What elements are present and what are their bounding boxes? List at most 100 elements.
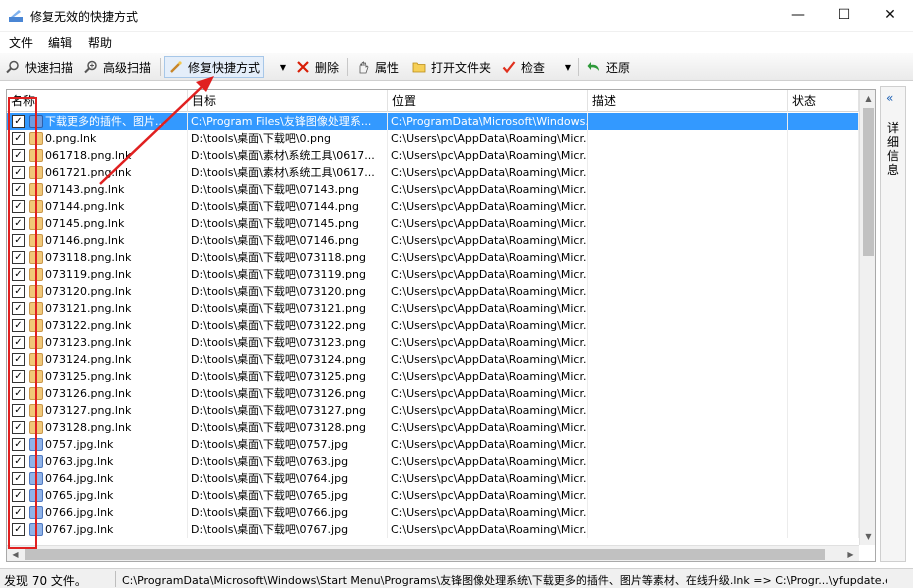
scroll-down-icon[interactable]: ▼ — [860, 528, 875, 545]
folder-icon — [411, 59, 427, 75]
cell-target: D:\tools\桌面\下载吧\073121.png — [188, 300, 388, 317]
horizontal-scroll-thumb[interactable] — [25, 549, 825, 560]
properties-button[interactable]: 属性 — [352, 56, 402, 78]
delete-button[interactable]: 删除 — [292, 56, 342, 78]
column-header-status[interactable]: 状态 — [788, 90, 859, 112]
maximize-button[interactable]: ☐ — [821, 0, 867, 30]
app-icon — [9, 10, 23, 22]
table-row[interactable]: ✓ 073124.png.lnk D:\tools\桌面\下载吧\073124.pn… — [7, 351, 859, 368]
cell-target: D:\tools\桌面\下载吧\0.png — [188, 130, 388, 147]
cell-name: 0764.jpg.lnk — [7, 470, 188, 487]
table-row[interactable]: ✓ 061718.png.lnk D:\tools\桌面\素材\系统工具\0617.… — [7, 147, 859, 164]
table-row[interactable]: ✓ 073121.png.lnk D:\tools\桌面\下载吧\073121.pn… — [7, 300, 859, 317]
table-row[interactable]: ✓ 061721.png.lnk D:\tools\桌面\素材\系统工具\0617.… — [7, 164, 859, 181]
cell-location: C:\Users\pc\AppData\Roaming\Micr... — [388, 249, 588, 266]
cell-name: 061721.png.lnk — [7, 164, 188, 181]
table-row[interactable]: ✓ 下载更多的插件、图片... C:\Program Files\友锋图像处理系..… — [7, 113, 859, 130]
cell-target: D:\tools\桌面\下载吧\07146.png — [188, 232, 388, 249]
table-row[interactable]: ✓ 07144.png.lnk D:\tools\桌面\下载吧\07144.png C… — [7, 198, 859, 215]
cell-location: C:\Users\pc\AppData\Roaming\Micr... — [388, 419, 588, 436]
cell-status — [788, 436, 859, 453]
minimize-button[interactable]: — — [775, 0, 821, 30]
table-row[interactable]: ✓ 0764.jpg.lnk D:\tools\桌面\下载吧\0764.jpg C:\… — [7, 470, 859, 487]
shortcut-list: 名称 目标 位置 描述 状态 ✓ 下载更多的插件、图片... C:\Program … — [6, 89, 876, 562]
scroll-right-icon[interactable]: ▶ — [842, 546, 859, 561]
cell-description — [588, 402, 788, 419]
cell-target: D:\tools\桌面\下载吧\073125.png — [188, 368, 388, 385]
cell-status — [788, 487, 859, 504]
table-row[interactable]: ✓ 073120.png.lnk D:\tools\桌面\下载吧\073120.pn… — [7, 283, 859, 300]
table-row[interactable]: ✓ 073118.png.lnk D:\tools\桌面\下载吧\073118.pn… — [7, 249, 859, 266]
cell-target: D:\tools\桌面\下载吧\073120.png — [188, 283, 388, 300]
cell-status — [788, 249, 859, 266]
restore-label: 还原 — [606, 60, 631, 75]
cell-status — [788, 300, 859, 317]
scroll-up-icon[interactable]: ▲ — [860, 90, 875, 107]
fix-shortcut-dropdown-icon[interactable]: ▼ — [276, 56, 290, 78]
table-row[interactable]: ✓ 0766.jpg.lnk D:\tools\桌面\下载吧\0766.jpg C:\… — [7, 504, 859, 521]
table-row[interactable]: ✓ 073127.png.lnk D:\tools\桌面\下载吧\073127.pn… — [7, 402, 859, 419]
cell-target: D:\tools\桌面\下载吧\073126.png — [188, 385, 388, 402]
table-row[interactable]: ✓ 07145.png.lnk D:\tools\桌面\下载吧\07145.png C… — [7, 215, 859, 232]
restore-button[interactable]: 还原 — [583, 56, 633, 78]
cell-status — [788, 215, 859, 232]
table-row[interactable]: ✓ 073126.png.lnk D:\tools\桌面\下载吧\073126.pn… — [7, 385, 859, 402]
table-row[interactable]: ✓ 073123.png.lnk D:\tools\桌面\下载吧\073123.pn… — [7, 334, 859, 351]
delete-label: 删除 — [315, 60, 340, 75]
table-row[interactable]: ✓ 073128.png.lnk D:\tools\桌面\下载吧\073128.pn… — [7, 419, 859, 436]
table-row[interactable]: ✓ 073122.png.lnk D:\tools\桌面\下载吧\073122.pn… — [7, 317, 859, 334]
table-row[interactable]: ✓ 0767.jpg.lnk D:\tools\桌面\下载吧\0767.jpg C:\… — [7, 521, 859, 538]
cell-location: C:\Users\pc\AppData\Roaming\Micr... — [388, 436, 588, 453]
column-header-description[interactable]: 描述 — [588, 90, 788, 112]
table-row[interactable]: ✓ 073125.png.lnk D:\tools\桌面\下载吧\073125.pn… — [7, 368, 859, 385]
menu-edit[interactable]: 编辑 — [48, 34, 72, 51]
collapse-chevron-icon[interactable]: « — [886, 91, 893, 105]
cell-name: 0757.jpg.lnk — [7, 436, 188, 453]
advanced-scan-button[interactable]: 高级扫描 — [80, 56, 154, 78]
column-header-target[interactable]: 目标 — [188, 90, 388, 112]
table-row[interactable]: ✓ 0765.jpg.lnk D:\tools\桌面\下载吧\0765.jpg C:\… — [7, 487, 859, 504]
window-title: 修复无效的快捷方式 — [30, 10, 139, 24]
scroll-left-icon[interactable]: ◀ — [7, 546, 24, 561]
cell-name: 07145.png.lnk — [7, 215, 188, 232]
details-panel[interactable]: « 详细信息 — [880, 86, 906, 562]
hand-icon — [355, 59, 371, 75]
cell-name: 0.png.lnk — [7, 130, 188, 147]
cell-location: C:\Users\pc\AppData\Roaming\Micr... — [388, 504, 588, 521]
cell-name: 073120.png.lnk — [7, 283, 188, 300]
magnifier-icon — [5, 59, 21, 75]
status-file-count: 发现 70 文件。 — [4, 574, 87, 588]
cell-description — [588, 147, 788, 164]
cell-status — [788, 385, 859, 402]
wand-icon — [168, 59, 184, 75]
table-row[interactable]: ✓ 0.png.lnk D:\tools\桌面\下载吧\0.png C:\Users\… — [7, 130, 859, 147]
table-row[interactable]: ✓ 07146.png.lnk D:\tools\桌面\下载吧\07146.png C… — [7, 232, 859, 249]
quick-scan-label: 快速扫描 — [25, 60, 74, 75]
cell-name: 073126.png.lnk — [7, 385, 188, 402]
check-button[interactable]: 检查 — [498, 56, 548, 78]
open-folder-label: 打开文件夹 — [431, 60, 492, 75]
close-button[interactable]: ✕ — [867, 0, 913, 30]
list-body: ✓ 下载更多的插件、图片... C:\Program Files\友锋图像处理系..… — [7, 113, 859, 545]
vertical-scrollbar[interactable]: ▲ ▼ — [859, 90, 875, 545]
quick-scan-button[interactable]: 快速扫描 — [2, 56, 76, 78]
fix-shortcut-button[interactable]: 修复快捷方式 — [164, 56, 265, 78]
menu-help[interactable]: 帮助 — [88, 34, 112, 51]
cell-description — [588, 385, 788, 402]
toolbar-separator — [347, 58, 348, 76]
column-header-location[interactable]: 位置 — [388, 90, 588, 112]
table-row[interactable]: ✓ 073119.png.lnk D:\tools\桌面\下载吧\073119.pn… — [7, 266, 859, 283]
check-label: 检查 — [521, 60, 546, 75]
cell-description — [588, 249, 788, 266]
table-row[interactable]: ✓ 0763.jpg.lnk D:\tools\桌面\下载吧\0763.jpg C:\… — [7, 453, 859, 470]
table-row[interactable]: ✓ 07143.png.lnk D:\tools\桌面\下载吧\07143.png C… — [7, 181, 859, 198]
column-header-name[interactable]: 名称 — [7, 90, 188, 112]
open-folder-button[interactable]: 打开文件夹 — [408, 56, 494, 78]
vertical-scroll-thumb[interactable] — [863, 108, 874, 256]
menu-file[interactable]: 文件 — [9, 34, 33, 51]
check-dropdown-icon[interactable]: ▼ — [561, 56, 575, 78]
cell-location: C:\Users\pc\AppData\Roaming\Micr... — [388, 402, 588, 419]
cell-description — [588, 453, 788, 470]
horizontal-scrollbar[interactable]: ◀ ▶ — [7, 545, 859, 561]
table-row[interactable]: ✓ 0757.jpg.lnk D:\tools\桌面\下载吧\0757.jpg C:\… — [7, 436, 859, 453]
